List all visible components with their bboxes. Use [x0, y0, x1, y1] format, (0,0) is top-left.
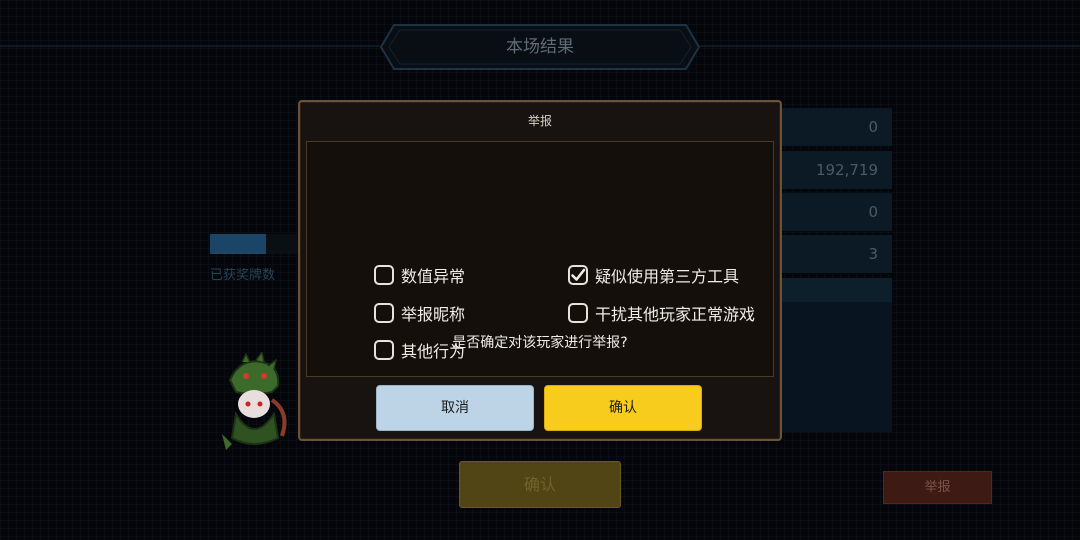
stat-value: 192,719 — [781, 151, 892, 189]
player-avatar — [212, 350, 296, 452]
dialog-body: 数值异常 疑似使用第三方工具 举报昵称 干扰其他玩家正常游戏 其他行为 是否确定… — [306, 141, 774, 377]
checkbox[interactable] — [374, 303, 394, 323]
header-title-plate: 本场结果 — [380, 24, 700, 70]
option-label: 疑似使用第三方工具 — [595, 267, 740, 286]
option-disrupting-play[interactable]: 干扰其他玩家正常游戏 — [568, 301, 755, 325]
checkbox[interactable] — [568, 303, 588, 323]
results-report-button[interactable]: 举报 — [883, 471, 992, 504]
results-confirm-button[interactable]: 确认 — [459, 461, 621, 508]
option-abnormal-values[interactable]: 数值异常 — [374, 263, 465, 287]
confirm-button[interactable]: 确认 — [544, 385, 702, 431]
option-label: 干扰其他玩家正常游戏 — [595, 305, 756, 324]
confirm-question: 是否确定对该玩家进行举报? — [452, 335, 628, 351]
report-dialog: 举报 数值异常 疑似使用第三方工具 举报昵称 干扰其他玩家正常游戏 其他行为 是… — [298, 100, 782, 441]
checkbox[interactable] — [568, 265, 588, 285]
checkmark-icon — [571, 268, 586, 281]
stat-value: 0 — [781, 108, 892, 146]
header-divider-right — [700, 45, 1080, 47]
stat-value: 3 — [781, 235, 892, 273]
header-divider-left — [0, 45, 380, 47]
option-label: 举报昵称 — [401, 305, 466, 324]
checkbox[interactable] — [374, 265, 394, 285]
option-label: 数值异常 — [401, 267, 466, 286]
stat-panel — [781, 302, 892, 432]
medal-progress-bar — [210, 234, 300, 254]
option-third-party-tools[interactable]: 疑似使用第三方工具 — [568, 263, 739, 287]
cancel-button[interactable]: 取消 — [376, 385, 534, 431]
medal-progress-fill — [210, 234, 266, 254]
medal-count-label: 已获奖牌数 — [210, 268, 276, 283]
stat-header-strip — [781, 278, 892, 302]
option-report-nickname[interactable]: 举报昵称 — [374, 301, 465, 325]
dialog-title: 举报 — [527, 114, 552, 128]
page-title: 本场结果 — [506, 37, 574, 57]
stat-value: 0 — [781, 193, 892, 231]
